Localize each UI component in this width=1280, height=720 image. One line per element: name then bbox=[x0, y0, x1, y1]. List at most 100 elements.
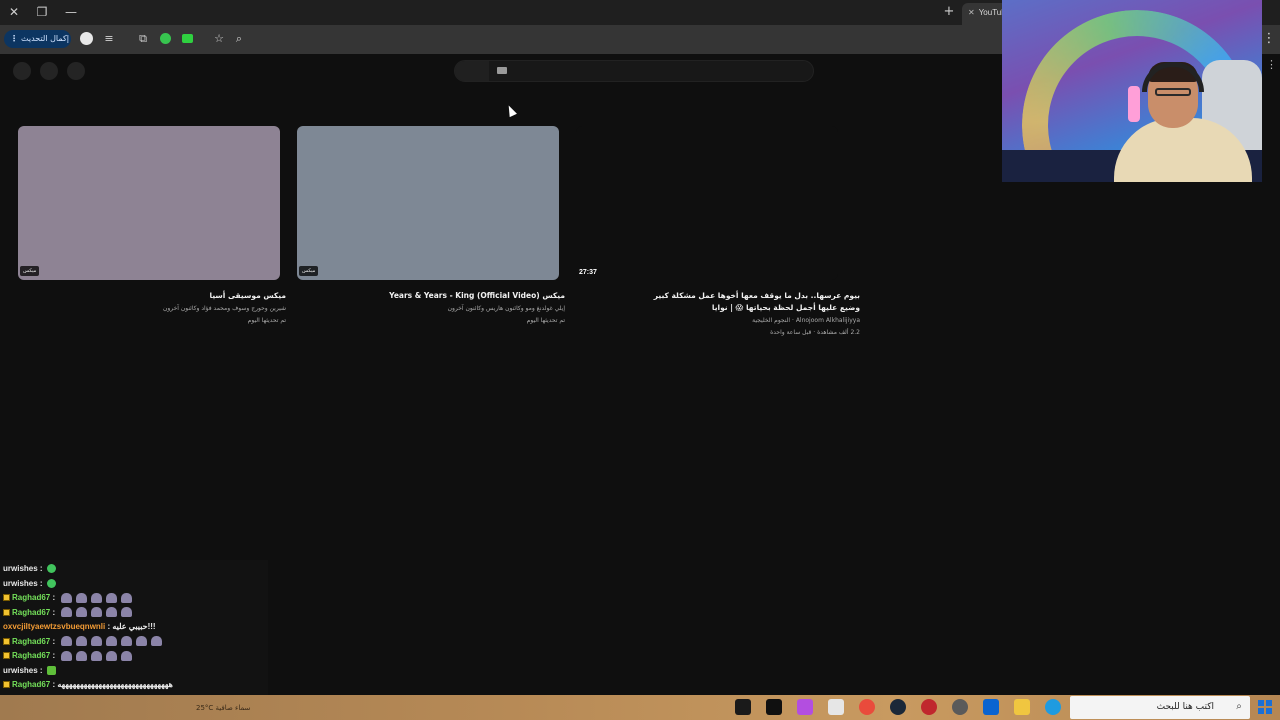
taskbar-app-icon[interactable] bbox=[735, 699, 751, 715]
profile-avatar[interactable] bbox=[80, 32, 93, 45]
account-avatar-button[interactable] bbox=[13, 62, 31, 80]
mix-badge: ميكس bbox=[20, 266, 40, 276]
chat-message: Raghad67 : ههههههههههههههههههههههههههههه… bbox=[3, 678, 173, 692]
emote-icon bbox=[121, 592, 133, 603]
webcam-pink-microphone bbox=[1128, 86, 1140, 122]
emote-icon bbox=[76, 650, 88, 661]
chrome-icon[interactable] bbox=[859, 699, 875, 715]
file-explorer-icon[interactable] bbox=[1014, 699, 1030, 715]
subscriber-badge-icon bbox=[3, 637, 10, 645]
windows-start-icon[interactable] bbox=[1258, 700, 1272, 714]
video-thumbnail[interactable] bbox=[18, 126, 280, 280]
emote-icon bbox=[121, 636, 133, 647]
windows-taskbar: 25°C سماء صافية ✦ اكتب هنا للبحث ⌕ bbox=[0, 695, 1280, 720]
emote-icon bbox=[46, 578, 56, 588]
window-restore-icon[interactable]: ❐ bbox=[32, 3, 52, 21]
chat-username[interactable]: Raghad67 bbox=[12, 608, 50, 617]
steam-icon[interactable] bbox=[890, 699, 906, 715]
emote-icon bbox=[91, 650, 103, 661]
taskbar-app-icon[interactable] bbox=[921, 699, 937, 715]
mix-badge: ميكس bbox=[299, 266, 319, 276]
search-icon: ⌕ bbox=[1236, 701, 1242, 712]
video-thumbnail[interactable] bbox=[297, 126, 559, 280]
update-button-label: إكمال التحديث bbox=[21, 34, 69, 43]
settings-gear-icon[interactable] bbox=[952, 699, 968, 715]
bookmark-star-icon[interactable]: ☆ bbox=[211, 31, 227, 47]
notifications-button[interactable] bbox=[40, 62, 58, 80]
video-updated: تم تحديثها اليوم bbox=[526, 317, 565, 324]
edge-icon[interactable] bbox=[1045, 699, 1061, 715]
emote-icon bbox=[46, 564, 56, 574]
chat-separator: : bbox=[50, 607, 58, 617]
window-close-icon[interactable]: ✕ bbox=[4, 3, 24, 21]
chat-separator: : bbox=[50, 636, 58, 646]
extensions-puzzle-icon[interactable]: ⧉ bbox=[135, 31, 151, 47]
emote-icon bbox=[106, 607, 118, 618]
chat-username[interactable]: Raghad67 bbox=[12, 637, 50, 646]
menu-dots-icon: ⋮ bbox=[10, 34, 18, 43]
emote-icon bbox=[61, 592, 73, 603]
emote-icon bbox=[46, 665, 56, 675]
window-minimize-icon[interactable]: — bbox=[61, 3, 81, 21]
search-input[interactable] bbox=[454, 60, 814, 82]
emote-icon bbox=[106, 636, 118, 647]
chat-username[interactable]: urwishes bbox=[3, 579, 38, 588]
chat-separator: : bbox=[37, 564, 45, 573]
extension-green-icon[interactable] bbox=[160, 33, 171, 44]
chat-separator: : bbox=[50, 651, 58, 660]
reading-list-icon[interactable]: ≡ bbox=[101, 31, 117, 47]
emote-icon bbox=[106, 650, 118, 661]
chat-separator: : bbox=[50, 593, 58, 602]
video-title[interactable]: بيوم عرسها.. بدل ما يوقف معها أخوها عمل … bbox=[638, 290, 860, 314]
outlook-icon[interactable] bbox=[983, 699, 999, 715]
video-thumbnail[interactable] bbox=[576, 126, 838, 280]
chat-username[interactable]: Raghad67 bbox=[12, 593, 50, 602]
keyboard-icon[interactable] bbox=[497, 67, 507, 74]
browser-menu-icon[interactable]: ⋮ bbox=[1262, 30, 1276, 48]
video-title[interactable]: ميكس Years & Years - King (Official Vide… bbox=[303, 290, 565, 302]
extension-green-square-icon[interactable] bbox=[182, 34, 193, 43]
emote-icon bbox=[61, 636, 73, 647]
emote-icon bbox=[106, 592, 118, 603]
new-tab-button[interactable]: + bbox=[940, 3, 958, 21]
emote-icon bbox=[151, 636, 163, 647]
weather-widget[interactable]: 25°C سماء صافية bbox=[196, 701, 286, 715]
subscriber-badge-icon bbox=[3, 652, 10, 660]
search-button[interactable] bbox=[455, 61, 489, 81]
webcam-glasses bbox=[1155, 88, 1191, 96]
taskbar-app-icon[interactable] bbox=[828, 699, 844, 715]
create-button[interactable] bbox=[67, 62, 85, 80]
screen: ✕ ❐ — + ✕ YouTube ⋮ إكمال التحديث ≡ ⧉ ☆ ⌕ … bbox=[0, 0, 1280, 720]
chat-message: urwishes : bbox=[3, 577, 56, 591]
taskbar-app-icon[interactable] bbox=[797, 699, 813, 715]
chat-message: oxvcjiltyaewtzsvbueqnwnli : حبيبي عليه!!… bbox=[3, 620, 156, 634]
chat-username[interactable]: Raghad67 bbox=[12, 651, 50, 660]
chat-username[interactable]: urwishes bbox=[3, 564, 38, 573]
chat-separator: : bbox=[37, 578, 45, 588]
chat-message: urwishes : bbox=[3, 562, 56, 576]
emote-icon bbox=[76, 607, 88, 618]
taskbar-app-icon[interactable] bbox=[766, 699, 782, 715]
update-button[interactable]: ⋮ إكمال التحديث bbox=[4, 30, 71, 48]
video-channel[interactable]: Alnojoom Alkhalijiyya · النجوم الخليجية bbox=[620, 316, 860, 326]
taskbar-search-input[interactable]: ✦ اكتب هنا للبحث ⌕ bbox=[1070, 696, 1250, 719]
zoom-icon[interactable]: ⌕ bbox=[231, 31, 247, 47]
video-artists: شيرين وحورج وسوف ومحمد فؤاد وكائنون آخرو… bbox=[162, 305, 286, 312]
chat-separator: : bbox=[37, 665, 45, 675]
page-menu-icon[interactable]: ⋮ bbox=[1266, 58, 1277, 72]
tab-close-icon[interactable]: ✕ bbox=[968, 8, 975, 17]
chat-message: Raghad67 : bbox=[3, 635, 163, 649]
emote-icon bbox=[61, 607, 73, 618]
emote-icon bbox=[91, 592, 103, 603]
taskbar-search-placeholder: اكتب هنا للبحث bbox=[1156, 702, 1214, 712]
chat-text: حبيبي عليه!!! bbox=[112, 622, 156, 631]
video-updated: تم تحديثها اليوم bbox=[247, 317, 286, 324]
emote-icon bbox=[136, 636, 148, 647]
emote-icon bbox=[76, 636, 88, 647]
chat-username[interactable]: Raghad67 bbox=[12, 680, 50, 689]
video-title[interactable]: ميكس موسيقى أسيا bbox=[24, 290, 286, 302]
chat-username[interactable]: oxvcjiltyaewtzsvbueqnwnli bbox=[3, 622, 105, 631]
emote-icon bbox=[76, 592, 88, 603]
chat-username[interactable]: urwishes bbox=[3, 666, 38, 675]
video-artists: إيلي غولدنغ ومو وكائنون هاريس وكائنون آخ… bbox=[447, 305, 565, 312]
